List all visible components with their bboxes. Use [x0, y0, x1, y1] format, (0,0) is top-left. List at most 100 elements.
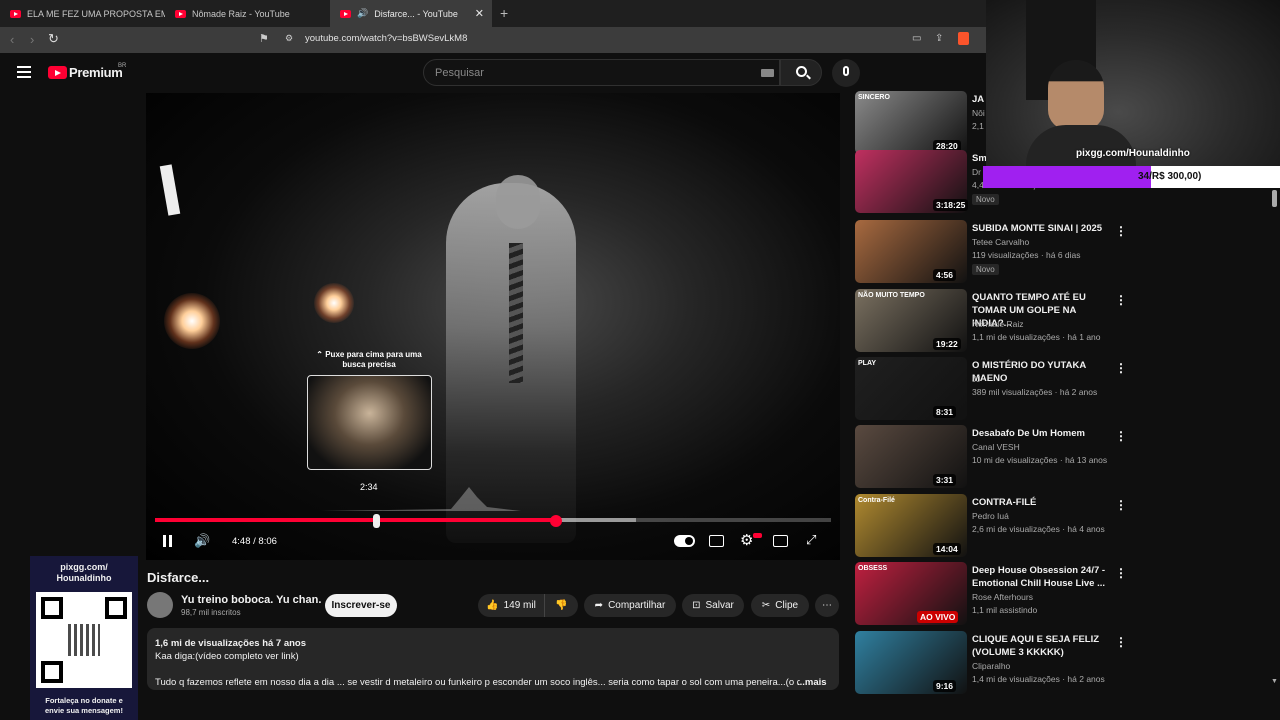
pause-icon[interactable]: [163, 535, 166, 547]
qr-code-icon: [36, 592, 132, 688]
more-vertical-icon[interactable]: ⋮: [1115, 429, 1127, 443]
more-vertical-icon[interactable]: ⋮: [1115, 498, 1127, 512]
video-meta: 10 mi de visualizações · há 13 anos: [972, 455, 1108, 465]
dislike-button[interactable]: 👎: [544, 594, 578, 617]
video-title: O MISTÉRIO DO YUTAKA MAENO: [972, 360, 1086, 384]
time-display: 4:48 / 8:06: [232, 536, 277, 547]
video-title: CONTRA-FILÉ: [972, 497, 1037, 508]
video-channel: Pedro Iuá: [972, 511, 1009, 521]
duration-badge: 3:31: [933, 474, 957, 486]
menu-icon[interactable]: [17, 66, 31, 78]
scrub-hint: ⌃ Puxe para cima para uma busca precisa: [316, 350, 422, 369]
channel-avatar[interactable]: [147, 592, 173, 618]
volume-icon[interactable]: 🔊: [194, 533, 210, 549]
progress-played: [155, 518, 556, 522]
tab-title: Nômade Raiz - YouTube: [192, 8, 290, 19]
show-more-link[interactable]: ...mais: [797, 676, 827, 689]
more-vertical-icon[interactable]: ⋮: [1115, 566, 1127, 580]
tie: [509, 243, 523, 383]
recommended-video[interactable]: 9:16 CLIQUE AQUI E SEJA FELIZ (VOLUME 3 K…: [855, 631, 1185, 695]
url-text[interactable]: youtube.com/watch?v=bsBWSevLkM8: [305, 33, 467, 44]
scrub-handle[interactable]: [550, 515, 562, 527]
mouse-cursor: [373, 514, 380, 528]
description-box[interactable]: 1,6 mi de visualizações há 7 anos Kaa di…: [147, 628, 839, 690]
back-icon[interactable]: ‹: [10, 32, 14, 47]
reload-icon[interactable]: ↻: [48, 31, 59, 47]
qr-caption: Fortaleça no donate e envie sua mensagem…: [45, 696, 123, 715]
like-button[interactable]: 👍 149 mil: [478, 594, 544, 617]
keyboard-icon[interactable]: [761, 69, 774, 77]
more-actions-button[interactable]: ⋯: [815, 594, 839, 617]
subtitles-icon[interactable]: [709, 535, 724, 547]
scrollbar-thumb[interactable]: [1272, 190, 1277, 207]
street-light: [314, 283, 354, 323]
video-meta: 1,4 mi de visualizações · há 2 anos: [972, 674, 1105, 684]
video-channel: Tetee Carvalho: [972, 237, 1030, 247]
tab-title: Disfarce... - YouTube: [374, 8, 458, 19]
channel-name[interactable]: Yu treino boboca. Yu chan.: [181, 594, 321, 606]
more-vertical-icon[interactable]: ⋮: [1115, 635, 1127, 649]
close-tab-icon[interactable]: ✕: [475, 7, 484, 20]
scroll-down-icon[interactable]: ▼: [1271, 678, 1278, 685]
youtube-logo-icon[interactable]: [48, 66, 67, 79]
more-vertical-icon[interactable]: ⋮: [1115, 224, 1127, 238]
browser-tab[interactable]: Nômade Raiz - YouTube: [165, 0, 330, 27]
forward-icon[interactable]: ›: [30, 32, 34, 47]
fullscreen-icon[interactable]: ⤢: [806, 532, 816, 548]
duration-badge: 4:56: [933, 269, 957, 281]
more-vertical-icon[interactable]: ⋮: [1115, 361, 1127, 375]
share-label: Compartilhar: [608, 600, 666, 611]
scissors-icon: ✂: [761, 600, 771, 611]
microphone-icon[interactable]: [832, 59, 860, 87]
cast-icon[interactable]: ▭: [912, 33, 921, 44]
recommended-video[interactable]: OBSESS AO VIVO Deep House Obsession 24/7 -…: [855, 562, 1185, 626]
video-meta: 1,1 mi de visualizações · há 1 ano: [972, 332, 1101, 342]
save-button[interactable]: ⊡ Salvar: [682, 594, 744, 617]
thumbnail-text: OBSESS: [858, 565, 888, 572]
search-input[interactable]: Pesquisar: [423, 59, 780, 86]
video-meta: 2,1: [972, 121, 984, 131]
browser-tab[interactable]: ELA ME FEZ UMA PROPOSTA EM TÓ: [0, 0, 165, 27]
search-button[interactable]: [780, 59, 822, 86]
thumbnail-text: Contra-Filé: [858, 497, 895, 504]
region-label: BR: [118, 63, 127, 69]
pixgg-link-label: pixgg.com/Hounaldinho: [1076, 148, 1190, 159]
new-tab-icon[interactable]: +: [500, 5, 508, 21]
share-button[interactable]: ➦ Compartilhar: [584, 594, 676, 617]
recommended-video[interactable]: 4:56 SUBIDA MONTE SINAI | 2025 Tetee Carva…: [855, 220, 1185, 284]
theater-mode-icon[interactable]: [773, 535, 788, 547]
video-meta: 389 mil visualizações · há 2 anos: [972, 387, 1098, 397]
share-page-icon[interactable]: ⇪: [935, 33, 943, 44]
bookmark-icon[interactable]: ⚑: [259, 32, 269, 45]
browser-tab-active[interactable]: 🔊 Disfarce... - YouTube ✕: [330, 0, 492, 27]
recommended-video[interactable]: Contra-Filé 14:04 CONTRA-FILÉ Pedro Iuá 2,6 …: [855, 494, 1185, 558]
more-vertical-icon[interactable]: ⋮: [1115, 293, 1127, 307]
video-title: CLIQUE AQUI E SEJA FELIZ (VOLUME 3 KKKKK…: [972, 634, 1100, 658]
view-stats: 1,6 mi de visualizações há 7 anos: [155, 638, 307, 649]
autoplay-toggle[interactable]: [674, 535, 695, 547]
video-title: SUBIDA MONTE SINAI | 2025: [972, 223, 1103, 234]
video-channel: Rose Afterhours: [972, 592, 1033, 602]
brand-label: Premium: [69, 65, 123, 80]
video-channel: Nôi: [972, 108, 985, 118]
settings-gear-icon[interactable]: ⚙: [740, 531, 753, 549]
clip-label: Clipe: [775, 600, 799, 611]
clip-button[interactable]: ✂ Clipe: [751, 594, 809, 617]
duration-badge: 19:22: [933, 338, 961, 350]
recommended-video[interactable]: NÃO MUITO TEMPO 19:22 QUANTO TEMPO ATÉ EU …: [855, 289, 1185, 353]
recommended-video[interactable]: PLAY 8:31 O MISTÉRIO DO YUTAKA MAENO JJ 389 …: [855, 357, 1185, 421]
site-info-icon[interactable]: ⚙: [285, 33, 293, 44]
brave-shield-icon[interactable]: [958, 32, 969, 45]
save-icon: ⊡: [692, 600, 701, 611]
video-player[interactable]: [146, 93, 840, 560]
duration-badge: 14:04: [933, 543, 961, 555]
youtube-favicon-icon: [175, 9, 186, 18]
thumbs-up-icon: 👍: [486, 600, 499, 611]
donation-goal-fill: [983, 166, 1151, 188]
donation-goal-text: 34/R$ 300,00): [1138, 171, 1202, 182]
subscribe-button[interactable]: Inscrever-se: [325, 594, 397, 617]
new-badge: Novo: [972, 264, 999, 275]
duration-badge: 8:31: [933, 406, 957, 418]
recommended-video[interactable]: 3:31 Desabafo De Um Homem Canal VESH 10 mi …: [855, 425, 1185, 489]
subscriber-count: 98,7 mil inscritos: [181, 608, 241, 617]
